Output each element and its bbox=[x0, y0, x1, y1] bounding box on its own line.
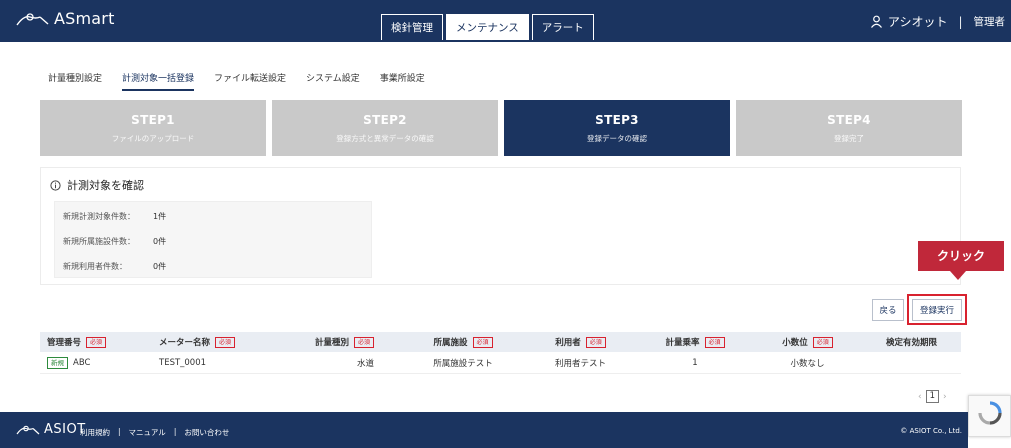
summary-value: 0件 bbox=[153, 237, 167, 246]
table-row: 新規 ABC TEST_0001 水道 所属施設テスト 利用者テスト 1 小数なし bbox=[40, 352, 961, 374]
cell-decimal: 小数なし bbox=[790, 358, 825, 369]
summary-label: 新規所属施設件数： bbox=[63, 237, 135, 246]
click-callout: クリック bbox=[918, 241, 1004, 271]
column-header: 管理番号 必須 bbox=[40, 332, 137, 352]
page-number-current[interactable]: 1 bbox=[925, 390, 940, 403]
required-badge: 必須 bbox=[215, 336, 236, 348]
step-title: STEP2 bbox=[363, 113, 407, 127]
panel-title-text: 計測対象を確認 bbox=[67, 179, 144, 192]
step-1: STEP1 ファイルのアップロード bbox=[40, 100, 266, 156]
step-subtitle: 登録方式と異常データの確認 bbox=[336, 134, 434, 143]
summary-row-new-users: 新規利用者件数： 0件 bbox=[63, 261, 166, 272]
column-header: 小数位 必須 bbox=[753, 332, 862, 352]
app-footer: ASIOT 利用規約 | マニュアル | お問い合わせ © ASIOT Co.,… bbox=[0, 412, 968, 448]
required-badge: 必須 bbox=[472, 336, 493, 348]
table-header: 管理番号 必須 メーター名称 必須 計量種別 必須 所属施設 必須 利用者 必須 計量乗率… bbox=[40, 332, 961, 352]
pagination: ‹ 1 › bbox=[918, 390, 947, 403]
summary-value: 0件 bbox=[153, 262, 167, 271]
column-header: 所属施設 必須 bbox=[402, 332, 524, 352]
subnav-file-transfer-settings[interactable]: ファイル転送設定 bbox=[214, 71, 286, 91]
footer-links: 利用規約 | マニュアル | お問い合わせ bbox=[80, 427, 229, 438]
footer-logo: ASIOT bbox=[16, 422, 86, 437]
user-icon bbox=[870, 15, 882, 28]
subnav-bulk-registration[interactable]: 計測対象一括登録 bbox=[122, 71, 195, 91]
back-button[interactable]: 戻る bbox=[872, 299, 904, 321]
new-badge: 新規 bbox=[47, 356, 68, 369]
column-header: 計量乗率 必須 bbox=[637, 332, 753, 352]
cell-management-number: 新規 ABC bbox=[40, 352, 137, 373]
required-badge: 必須 bbox=[812, 336, 833, 348]
next-page-button[interactable]: › bbox=[943, 392, 947, 402]
summary-label: 新規計測対象件数： bbox=[63, 212, 135, 221]
summary-value: 1件 bbox=[153, 212, 167, 221]
footer-link-terms[interactable]: 利用規約 bbox=[80, 427, 110, 438]
user-name[interactable]: アシオット bbox=[888, 13, 948, 30]
summary-row-new-facilities: 新規所属施設件数： 0件 bbox=[63, 236, 166, 247]
user-separator: | bbox=[958, 14, 963, 29]
callout-pointer bbox=[950, 271, 966, 280]
step-subtitle: ファイルのアップロード bbox=[111, 134, 195, 143]
panel-title: 計測対象を確認 bbox=[50, 177, 144, 193]
column-header: 計量種別 必須 bbox=[267, 332, 402, 352]
recaptcha-badge[interactable] bbox=[968, 395, 1011, 437]
subnav-office-settings[interactable]: 事業所設定 bbox=[380, 71, 425, 91]
footer-link-manual[interactable]: マニュアル bbox=[129, 427, 166, 438]
footer-separator: | bbox=[118, 427, 121, 436]
required-badge: 必須 bbox=[353, 336, 374, 348]
subnav-system-settings[interactable]: システム設定 bbox=[306, 71, 360, 91]
copyright: © ASIOT Co., Ltd. bbox=[900, 427, 962, 435]
brand-logo[interactable]: ASmart bbox=[16, 9, 115, 28]
summary-label: 新規利用者件数： bbox=[63, 262, 127, 271]
column-header: メーター名称 必須 bbox=[137, 332, 267, 352]
summary-row-new-targets: 新規計測対象件数： 1件 bbox=[63, 211, 166, 222]
column-header: 検定有効期限 bbox=[885, 338, 937, 348]
cell-expiry bbox=[862, 352, 961, 373]
footer-separator: | bbox=[173, 427, 177, 436]
asmart-logo-icon bbox=[16, 12, 49, 25]
asiot-logo-icon bbox=[16, 425, 40, 434]
register-execute-button[interactable]: 登録実行 bbox=[912, 299, 962, 321]
step-title: STEP1 bbox=[131, 113, 175, 127]
required-badge: 必須 bbox=[585, 336, 606, 348]
info-icon bbox=[50, 179, 61, 191]
app-header: ASmart 検針管理 メンテナンス アラート アシオット | 管理者 bbox=[0, 0, 1011, 42]
required-badge: 必須 bbox=[86, 336, 107, 348]
logo-text: ASmart bbox=[54, 9, 115, 28]
user-role[interactable]: 管理者 bbox=[974, 14, 1006, 29]
summary-box: 新規計測対象件数： 1件 新規所属施設件数： 0件 新規利用者件数： 0件 bbox=[54, 201, 372, 278]
tab-alert[interactable]: アラート bbox=[531, 14, 594, 40]
step-subtitle: 登録データの確認 bbox=[587, 134, 647, 143]
step-title: STEP3 bbox=[595, 113, 639, 127]
step-2: STEP2 登録方式と異常データの確認 bbox=[272, 100, 498, 156]
step-3: STEP3 登録データの確認 bbox=[504, 100, 730, 156]
registration-table: 管理番号 必須 メーター名称 必須 計量種別 必須 所属施設 必須 利用者 必須 計量乗率… bbox=[40, 332, 961, 374]
tab-maintenance[interactable]: メンテナンス bbox=[446, 14, 529, 40]
step-indicator: STEP1 ファイルのアップロード STEP2 登録方式と異常データの確認 ST… bbox=[40, 100, 962, 156]
prev-page-button[interactable]: ‹ bbox=[918, 392, 922, 402]
subnav-measurement-type-settings[interactable]: 計量種別設定 bbox=[48, 71, 102, 91]
cell-facility: 所属施設テスト bbox=[433, 358, 493, 369]
main-tabs: 検針管理 メンテナンス アラート bbox=[381, 14, 594, 40]
cell-multiplier: 1 bbox=[692, 357, 698, 368]
cell-measurement-type: 水道 bbox=[356, 358, 374, 369]
confirm-panel: 計測対象を確認 新規計測対象件数： 1件 新規所属施設件数： 0件 新規利用者件… bbox=[40, 167, 961, 285]
required-badge: 必須 bbox=[704, 336, 725, 348]
tab-meter-reading[interactable]: 検針管理 bbox=[381, 14, 443, 40]
step-title: STEP4 bbox=[827, 113, 871, 127]
cell-meter-name: TEST_0001 bbox=[159, 357, 207, 368]
step-subtitle: 登録完了 bbox=[834, 134, 864, 143]
column-header: 利用者 必須 bbox=[524, 332, 637, 352]
recaptcha-icon bbox=[978, 401, 1002, 425]
sub-navigation: 計量種別設定 計測対象一括登録 ファイル転送設定 システム設定 事業所設定 bbox=[48, 71, 425, 91]
cell-user: 利用者テスト bbox=[554, 358, 606, 369]
step-4: STEP4 登録完了 bbox=[736, 100, 962, 156]
footer-link-contact[interactable]: お問い合わせ bbox=[184, 427, 229, 438]
user-area: アシオット | 管理者 bbox=[870, 13, 1005, 30]
